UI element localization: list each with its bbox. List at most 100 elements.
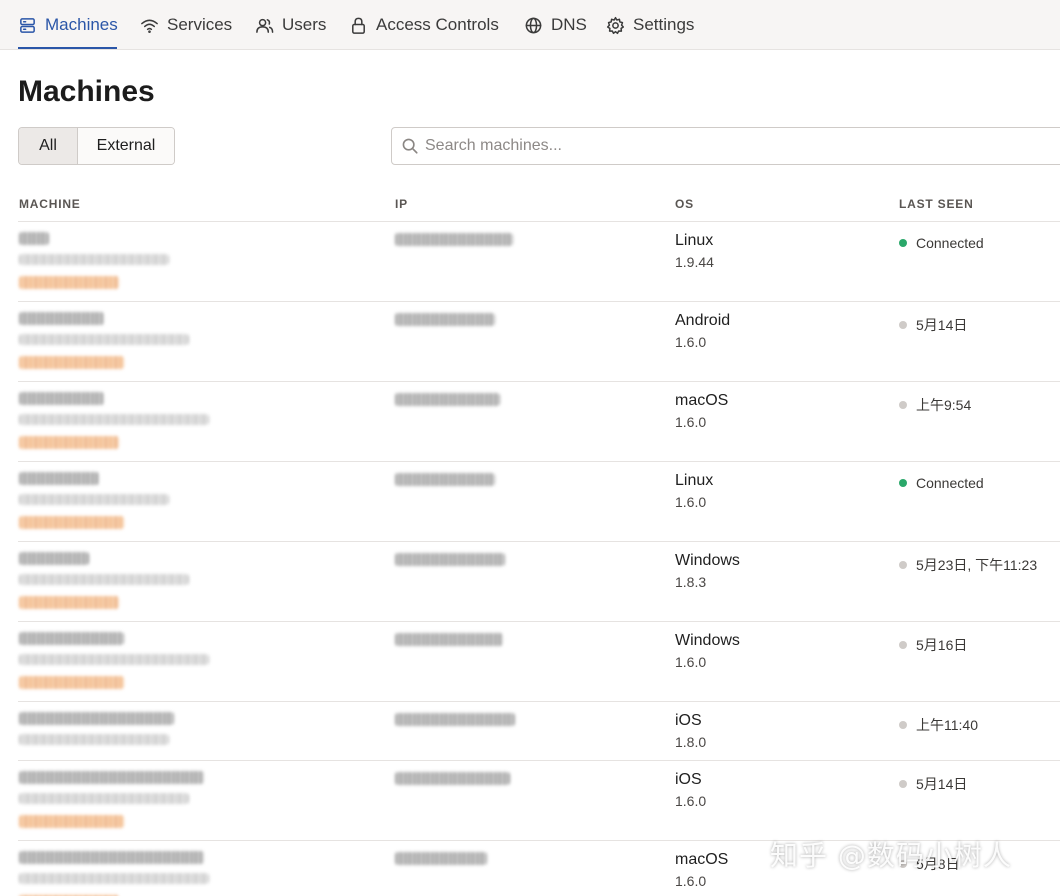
last-seen-text: 5月23日, 下午11:23	[916, 557, 1038, 573]
nav-machines[interactable]: Machines	[18, 0, 118, 50]
last-seen-text: 5月16日	[916, 637, 968, 653]
row-divider	[18, 760, 1060, 761]
client-version: 1.6.0	[675, 334, 707, 350]
users-icon	[256, 18, 274, 33]
search-box[interactable]	[391, 127, 1060, 165]
machine-name-obscured	[19, 392, 104, 405]
nav-services[interactable]: Services	[140, 0, 232, 50]
table-row[interactable]: Windows 1.6.0 5月16日	[18, 621, 1060, 701]
client-version: 1.6.0	[675, 873, 707, 889]
nav-settings[interactable]: Settings	[606, 0, 694, 50]
nav-label: Services	[167, 15, 233, 34]
page-title: Machines	[18, 75, 155, 108]
filter-external-button[interactable]: External	[78, 128, 174, 164]
row-divider	[18, 461, 1060, 462]
os-name: Linux	[675, 232, 714, 249]
watermark: 知乎 @数码小树人	[770, 839, 1012, 872]
last-seen-status: 5月14日	[899, 315, 967, 335]
machine-host-obscured	[19, 873, 209, 884]
connected-dot-icon	[899, 479, 907, 487]
machine-host-obscured	[19, 734, 169, 745]
row-divider	[18, 381, 1060, 382]
machine-name-obscured	[19, 771, 204, 784]
nav-access-controls[interactable]: Access Controls	[349, 0, 499, 50]
nav-dns[interactable]: DNS	[524, 0, 587, 50]
column-header-os[interactable]: OS	[675, 197, 694, 211]
machine-tag-obscured	[19, 815, 124, 828]
nav-label: DNS	[551, 15, 587, 34]
nav-label: Access Controls	[376, 15, 499, 34]
last-seen-status: 5月14日	[899, 774, 967, 794]
ip-address-obscured	[395, 473, 495, 486]
last-seen-text: 上午9:54	[916, 397, 972, 413]
wifi-icon	[141, 19, 158, 33]
table-row[interactable]: macOS 1.6.0 上午9:54	[18, 381, 1060, 461]
last-seen-text: Connected	[916, 475, 984, 491]
last-seen-text: Connected	[916, 235, 984, 251]
table-row[interactable]: Android 1.6.0 5月14日	[18, 301, 1060, 381]
machine-host-obscured	[19, 334, 189, 345]
row-divider	[18, 221, 1060, 222]
table-row[interactable]: iOS 1.6.0 5月14日	[18, 760, 1060, 840]
client-version: 1.6.0	[675, 654, 707, 670]
last-seen-status: 5月23日, 下午11:23	[899, 555, 1037, 575]
ip-address-obscured	[395, 772, 510, 785]
client-version: 1.6.0	[675, 793, 707, 809]
column-header-last-seen[interactable]: LAST SEEN	[899, 197, 974, 211]
machine-filter: All External	[18, 127, 175, 165]
row-divider	[18, 541, 1060, 542]
client-version: 1.6.0	[675, 494, 707, 510]
nav-label: Users	[282, 15, 327, 34]
machine-host-obscured	[19, 654, 209, 665]
offline-dot-icon	[899, 321, 907, 329]
column-header-ip[interactable]: IP	[395, 197, 408, 211]
last-seen-text: 5月14日	[916, 317, 968, 333]
os-name: macOS	[675, 392, 729, 409]
filter-all-button[interactable]: All	[19, 128, 78, 164]
table-row[interactable]: Windows 1.8.3 5月23日, 下午11:23	[18, 541, 1060, 621]
machine-tag-obscured	[19, 356, 124, 369]
ip-address-obscured	[395, 233, 513, 246]
machine-host-obscured	[19, 414, 209, 425]
machine-tag-obscured	[19, 516, 124, 529]
machine-tag-obscured	[19, 676, 124, 689]
ip-address-obscured	[395, 713, 515, 726]
os-name: Windows	[675, 632, 740, 649]
column-header-machine[interactable]: MACHINE	[19, 197, 81, 211]
ip-address-obscured	[395, 393, 500, 406]
last-seen-status: Connected	[899, 475, 984, 491]
ip-address-obscured	[395, 633, 503, 646]
os-name: Windows	[675, 552, 740, 569]
row-divider	[18, 301, 1060, 302]
machine-host-obscured	[19, 793, 189, 804]
machine-name-obscured	[19, 632, 124, 645]
machine-host-obscured	[19, 574, 189, 585]
globe-icon	[525, 17, 542, 33]
search-input[interactable]	[425, 137, 1025, 155]
machine-name-obscured	[19, 851, 204, 864]
nav-label: Machines	[45, 15, 118, 34]
row-divider	[18, 701, 1060, 702]
machine-host-obscured	[19, 494, 169, 505]
os-name: macOS	[675, 851, 729, 868]
last-seen-status: 上午11:40	[899, 715, 978, 735]
os-name: iOS	[675, 771, 702, 788]
os-name: Linux	[675, 472, 714, 489]
table-row[interactable]: iOS 1.8.0 上午11:40	[18, 701, 1060, 760]
connected-dot-icon	[899, 239, 907, 247]
machine-name-obscured	[19, 712, 174, 725]
machine-name-obscured	[19, 472, 99, 485]
machine-tag-obscured	[19, 436, 119, 449]
server-icon	[20, 17, 35, 33]
active-tab-indicator	[18, 47, 117, 49]
last-seen-text: 上午11:40	[916, 717, 978, 733]
nav-users[interactable]: Users	[255, 0, 326, 50]
ip-address-obscured	[395, 313, 495, 326]
offline-dot-icon	[899, 561, 907, 569]
machine-name-obscured	[19, 232, 49, 245]
table-row[interactable]: Linux 1.6.0 Connected	[18, 461, 1060, 541]
ip-address-obscured	[395, 553, 505, 566]
table-row[interactable]: Linux 1.9.44 Connected	[18, 221, 1060, 301]
offline-dot-icon	[899, 721, 907, 729]
offline-dot-icon	[899, 641, 907, 649]
